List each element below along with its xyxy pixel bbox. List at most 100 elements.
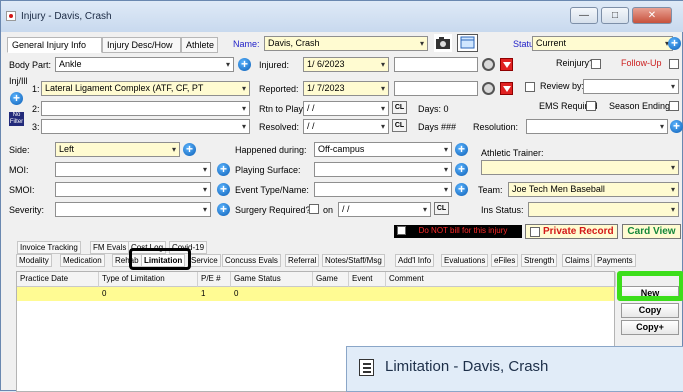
add-happened-icon[interactable]: + [455,143,468,156]
do-not-bill-checkbox[interactable] [397,226,406,235]
resolution-label: Resolution: [473,122,519,132]
ems-checkbox[interactable] [586,101,596,111]
card-view-button[interactable]: Card View [622,224,681,239]
tab-strength[interactable]: Strength [521,254,558,267]
add-event-type-icon[interactable]: + [455,183,468,196]
playing-surface-field[interactable] [314,162,452,177]
reported-date-field[interactable]: 1/ 7/2023 [303,81,389,96]
side-field[interactable]: Left [55,142,180,157]
new-button-highlight [617,271,683,301]
review-label: Review by: [540,81,585,91]
tab-general-injury-info[interactable]: General Injury Info [7,37,102,53]
injured-extra-field[interactable] [394,57,478,72]
happened-label: Happened during: [235,145,307,155]
team-field[interactable]: Joe Tech Men Baseball [508,182,679,197]
tab-invoice-tracking[interactable]: Invoice Tracking [17,241,81,254]
down-arrow-icon[interactable] [500,82,513,95]
moi-field[interactable] [55,162,211,177]
tab-payments[interactable]: Payments [594,254,636,267]
add-body-part-icon[interactable]: + [238,58,251,71]
name-field[interactable]: Davis, Crash [264,36,428,51]
follow-up-label: Follow-Up [621,58,662,68]
cell-pe-number: 1 [201,289,206,298]
body-part-field[interactable]: Ankle [55,57,234,72]
tab-modality[interactable]: Modality [16,254,52,267]
add-severity-icon[interactable]: + [217,203,230,216]
tab-referral[interactable]: Referral [285,254,320,267]
resolution-field[interactable] [526,119,668,134]
follow-up-checkbox[interactable] [669,59,679,69]
smoi-field[interactable] [55,182,211,197]
days-label: Days: 0 [418,104,449,114]
calendar-icon[interactable] [457,34,478,52]
review-checkbox[interactable] [525,82,535,92]
clear-resolved-button[interactable]: CL [392,119,407,132]
column-practice-date[interactable]: Practice Date [17,272,99,287]
ins-status-field[interactable] [528,202,679,217]
tab-efiles[interactable]: eFiles [491,254,519,267]
add-side-icon[interactable]: + [183,143,196,156]
column-event[interactable]: Event [349,272,386,287]
tab-claims[interactable]: Claims [562,254,593,267]
column-type-of-limitation[interactable]: Type of Limitation [99,272,198,287]
close-button[interactable]: ✕ [632,7,672,24]
minimize-button[interactable]: — [570,7,598,24]
resolved-date-field[interactable]: / / [303,119,389,134]
down-arrow-icon[interactable] [500,58,513,71]
surgery-checkbox[interactable] [309,204,319,214]
add-status-icon[interactable]: + [668,37,681,50]
maximize-button[interactable]: □ [601,7,629,24]
season-ending-checkbox[interactable] [669,101,679,111]
copy-plus-button[interactable]: Copy+ [621,320,679,335]
add-moi-icon[interactable]: + [217,163,230,176]
tab-medication[interactable]: Medication [60,254,105,267]
playing-surface-label: Playing Surface: [235,165,301,175]
camera-icon[interactable] [434,34,452,52]
reported-extra-field[interactable] [394,81,478,96]
reinjury-checkbox[interactable] [591,59,601,69]
inj3-field[interactable] [41,119,250,134]
tab-injury-desc-how[interactable]: Injury Desc/How [102,37,181,53]
tab-evaluations[interactable]: Evaluations [441,254,489,267]
clear-rtn-button[interactable]: CL [392,101,407,114]
gear-icon[interactable] [482,82,495,95]
reinjury-label: Reinjury? [556,58,595,68]
severity-field[interactable] [55,202,211,217]
surgery-date-field[interactable]: / / [338,202,431,217]
add-injury-icon[interactable]: + [10,92,23,105]
private-record-checkbox[interactable] [530,227,540,237]
gear-icon[interactable] [482,58,495,71]
tab-addl-info[interactable]: Add'l Info [395,254,435,267]
add-playing-surface-icon[interactable]: + [455,163,468,176]
app-icon [6,11,16,21]
table-row[interactable]: 0 1 0 [17,287,614,301]
no-filter-button[interactable]: No Filter [9,112,24,126]
tab-fm-evals[interactable]: FM Evals [90,241,130,254]
event-type-field[interactable] [314,182,452,197]
tab-athlete[interactable]: Athlete [181,37,218,53]
injured-date-field[interactable]: 1/ 6/2023 [303,57,389,72]
do-not-bill-badge: Do NOT bill for this injury [394,225,522,238]
tab-notes-staff-msg[interactable]: Notes/Staff/Msg [322,254,385,267]
column-comment[interactable]: Comment [386,272,616,287]
inj1-field[interactable]: Lateral Ligament Complex (ATF, CF, PT [41,81,250,96]
column-game[interactable]: Game [313,272,349,287]
rtn-label: Rtn to Play: [259,104,306,114]
cell-event [349,287,386,301]
tab-service[interactable]: Service [188,254,221,267]
column-pe-number[interactable]: P/E # [198,272,231,287]
review-field[interactable] [583,79,679,94]
rtn-date-field[interactable]: / / [303,101,389,116]
clear-surgery-button[interactable]: CL [434,202,449,215]
athletic-trainer-field[interactable] [481,160,679,175]
inj1-num: 1: [32,84,40,94]
column-game-status[interactable]: Game Status [231,272,313,287]
status-field[interactable]: Current [532,36,673,51]
happened-field[interactable]: Off-campus [314,142,452,157]
inj2-field[interactable] [41,101,250,116]
private-record-box[interactable]: Private Record [525,224,618,239]
add-resolution-icon[interactable]: + [670,120,683,133]
tab-concuss-evals[interactable]: Concuss Evals [222,254,281,267]
copy-button[interactable]: Copy [621,303,679,318]
add-smoi-icon[interactable]: + [217,183,230,196]
